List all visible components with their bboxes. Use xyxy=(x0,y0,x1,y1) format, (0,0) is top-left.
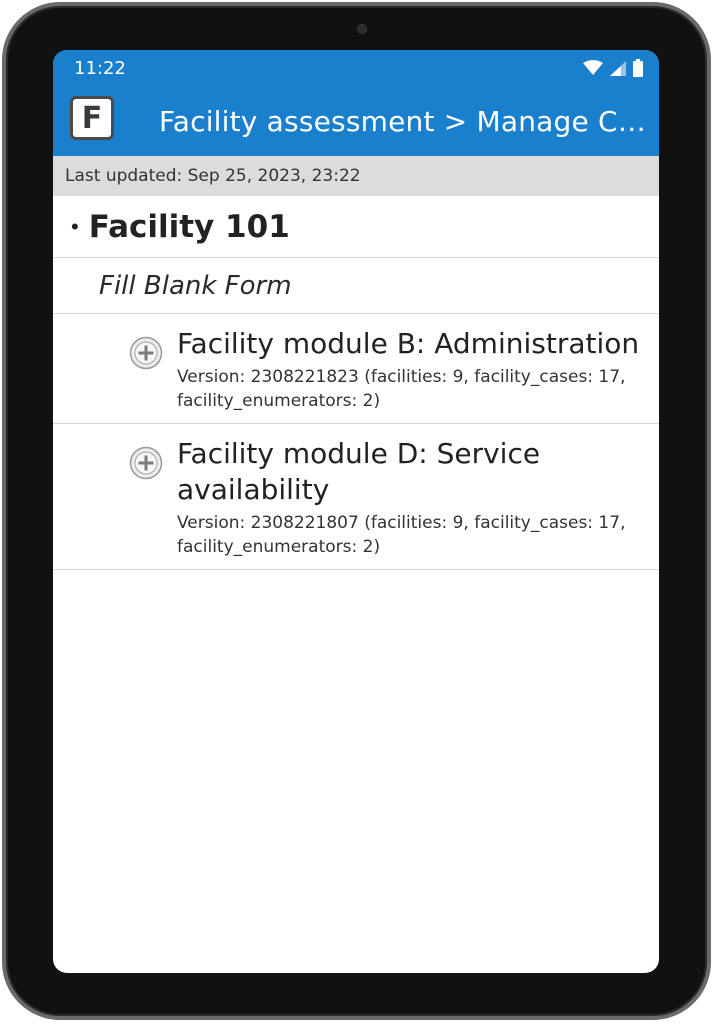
add-circle-icon xyxy=(129,446,163,480)
form-list-item[interactable]: Facility module D: Service availability … xyxy=(53,424,659,570)
status-time: 11:22 xyxy=(74,58,126,79)
form-list-item[interactable]: Facility module B: Administration Versio… xyxy=(53,314,659,424)
group-header-facility: • Facility 101 xyxy=(53,196,659,258)
form-version: Version: 2308221823 (facilities: 9, faci… xyxy=(177,367,626,411)
bullet-icon: • xyxy=(71,213,79,239)
app-screen: 11:22 F Facility assessment > Manage Cas… xyxy=(53,50,659,973)
section-header: Fill Blank Form xyxy=(53,258,659,314)
app-logo[interactable]: F xyxy=(70,96,114,140)
form-title: Facility module D: Service availability xyxy=(177,437,541,506)
form-version: Version: 2308221807 (facilities: 9, faci… xyxy=(177,513,626,557)
front-camera xyxy=(358,25,366,33)
wifi-icon xyxy=(583,60,603,75)
status-bar: 11:22 xyxy=(53,50,659,86)
form-title: Facility module B: Administration xyxy=(177,327,640,360)
signal-icon xyxy=(610,61,626,76)
add-circle-icon xyxy=(129,336,163,370)
section-label: Fill Blank Form xyxy=(99,270,292,301)
group-title: Facility 101 xyxy=(88,208,290,245)
last-updated-banner: Last updated: Sep 25, 2023, 23:22 xyxy=(53,156,659,196)
app-title: Facility assessment > Manage Cases xyxy=(159,105,647,138)
app-bar: F Facility assessment > Manage Cases xyxy=(53,86,659,156)
battery-icon xyxy=(633,59,643,77)
status-icons xyxy=(583,59,643,77)
